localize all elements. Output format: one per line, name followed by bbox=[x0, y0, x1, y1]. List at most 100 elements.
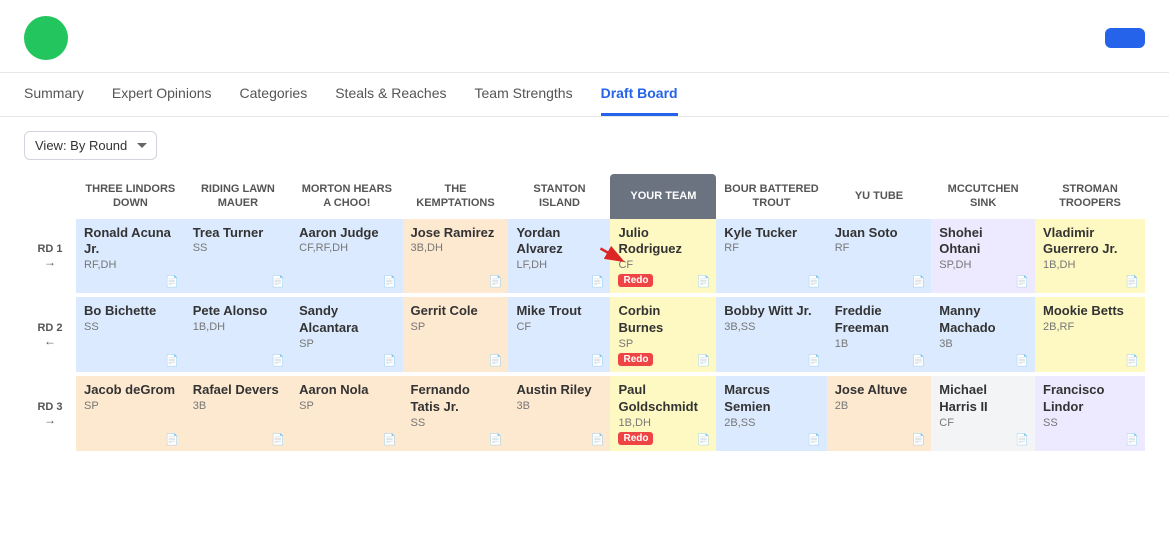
main-nav: Summary Expert Opinions Categories Steal… bbox=[0, 73, 1169, 117]
note-icon[interactable]: 📄 bbox=[807, 433, 821, 446]
note-icon[interactable]: 📄 bbox=[807, 354, 821, 367]
team-header-3: THE KEMPTATIONS bbox=[403, 174, 509, 219]
note-icon[interactable]: 📄 bbox=[912, 354, 926, 367]
note-icon[interactable]: 📄 bbox=[165, 275, 179, 288]
team-header-1: RIDING LAWN MAUER bbox=[185, 174, 291, 219]
pick-r1-t8: Manny Machado3B 📄 bbox=[931, 297, 1035, 372]
pick-r0-t7: Juan SotoRF 📄 bbox=[827, 219, 932, 294]
player-name: Rafael Devers bbox=[193, 382, 283, 399]
note-icon[interactable]: 📄 bbox=[383, 354, 397, 367]
player-name: Fernando Tatis Jr. bbox=[411, 382, 501, 416]
view-select[interactable]: View: By Round bbox=[24, 131, 157, 160]
note-icon[interactable]: 📄 bbox=[591, 275, 605, 288]
player-name: Paul Goldschmidt bbox=[618, 382, 708, 416]
draft-board: THREE LINDORS DOWN RIDING LAWN MAUER MOR… bbox=[0, 174, 1169, 475]
player-name: Jose Ramirez bbox=[411, 225, 501, 242]
player-name: Aaron Nola bbox=[299, 382, 394, 399]
player-name: Mookie Betts bbox=[1043, 303, 1137, 320]
nav-summary[interactable]: Summary bbox=[24, 73, 84, 116]
pick-r1-t7: Freddie Freeman1B📄 bbox=[827, 297, 932, 372]
player-pos: SP,DH bbox=[939, 259, 1027, 271]
team-header-7: YU TUBE bbox=[827, 174, 932, 219]
player-name: Aaron Judge bbox=[299, 225, 394, 242]
pick-r2-t5: Paul Goldschmidt1B,DHRedo📄 bbox=[610, 376, 716, 451]
player-pos: SP bbox=[618, 338, 708, 350]
note-icon[interactable]: 📄 bbox=[912, 433, 926, 446]
note-icon[interactable]: 📄 bbox=[489, 354, 503, 367]
nav-expert-opinions[interactable]: Expert Opinions bbox=[112, 73, 212, 116]
toolbar: View: By Round bbox=[0, 117, 1169, 174]
player-name: Mike Trout bbox=[516, 303, 602, 320]
note-icon[interactable]: 📄 bbox=[271, 433, 285, 446]
player-name: Bo Bichette bbox=[84, 303, 177, 320]
team-header-6: BOUR BATTERED TROUT bbox=[716, 174, 826, 219]
note-icon[interactable]: 📄 bbox=[383, 433, 397, 446]
team-header-0: THREE LINDORS DOWN bbox=[76, 174, 185, 219]
pick-r0-t9: Vladimir Guerrero Jr.1B,DH 📄 bbox=[1035, 219, 1145, 294]
player-pos: 3B bbox=[939, 338, 1027, 350]
player-pos: 3B,SS bbox=[724, 321, 818, 333]
player-name: Kyle Tucker bbox=[724, 225, 818, 242]
note-icon[interactable]: 📄 bbox=[1015, 354, 1029, 367]
player-name: Juan Soto bbox=[835, 225, 924, 242]
player-pos: SP bbox=[299, 338, 394, 350]
note-icon[interactable]: 📄 bbox=[165, 354, 179, 367]
note-icon[interactable]: 📄 bbox=[697, 433, 711, 446]
pick-r1-t2: Sandy AlcantaraSP📄 bbox=[291, 297, 402, 372]
player-pos: 3B bbox=[516, 400, 602, 412]
team-header-5: YOUR TEAM bbox=[610, 174, 716, 219]
player-pos: 2B bbox=[835, 400, 924, 412]
pick-r1-t3: Gerrit ColeSP 📄 bbox=[403, 297, 509, 372]
note-icon[interactable]: 📄 bbox=[271, 354, 285, 367]
nav-team-strengths[interactable]: Team Strengths bbox=[475, 73, 573, 116]
note-icon[interactable]: 📄 bbox=[697, 275, 711, 288]
note-icon[interactable]: 📄 bbox=[383, 275, 397, 288]
player-pos: SS bbox=[1043, 417, 1137, 429]
note-icon[interactable]: 📄 bbox=[912, 275, 926, 288]
player-name: Manny Machado bbox=[939, 303, 1027, 337]
player-name: Trea Turner bbox=[193, 225, 283, 242]
pick-r2-t9: Francisco LindorSS📄 bbox=[1035, 376, 1145, 451]
nav-draft-board[interactable]: Draft Board bbox=[601, 73, 678, 116]
pick-r2-t2: Aaron NolaSP📄 bbox=[291, 376, 402, 451]
pick-r2-t6: Marcus Semien2B,SS📄 bbox=[716, 376, 826, 451]
player-pos: RF,DH bbox=[84, 259, 177, 271]
page-header bbox=[0, 0, 1169, 73]
grade-badge bbox=[24, 16, 68, 60]
note-icon[interactable]: 📄 bbox=[1125, 433, 1139, 446]
player-pos: SP bbox=[411, 321, 501, 333]
player-name: Vladimir Guerrero Jr. bbox=[1043, 225, 1137, 259]
player-pos: 3B,DH bbox=[411, 242, 501, 254]
player-pos: 1B,DH bbox=[193, 321, 283, 333]
team-header-8: MCCUTCHEN SINK bbox=[931, 174, 1035, 219]
pick-r0-t2: Aaron JudgeCF,RF,DH 📄 bbox=[291, 219, 402, 294]
note-icon[interactable]: 📄 bbox=[1015, 433, 1029, 446]
pick-r2-t4: Austin Riley3B📄 bbox=[508, 376, 610, 451]
note-icon[interactable]: 📄 bbox=[697, 354, 711, 367]
nav-categories[interactable]: Categories bbox=[240, 73, 308, 116]
pick-r0-t0: Ronald Acuna Jr.RF,DH📄 bbox=[76, 219, 185, 294]
player-pos: RF bbox=[835, 242, 924, 254]
note-icon[interactable]: 📄 bbox=[1015, 275, 1029, 288]
note-icon[interactable]: 📄 bbox=[489, 275, 503, 288]
mock-again-button[interactable] bbox=[1105, 28, 1145, 48]
note-icon[interactable]: 📄 bbox=[489, 433, 503, 446]
team-header-2: MORTON HEARS A CHOO! bbox=[291, 174, 402, 219]
pick-r1-t9: Mookie Betts2B,RF📄 bbox=[1035, 297, 1145, 372]
note-icon[interactable]: 📄 bbox=[271, 275, 285, 288]
pick-r0-t8: Shohei OhtaniSP,DH📄 bbox=[931, 219, 1035, 294]
note-icon[interactable]: 📄 bbox=[1125, 275, 1139, 288]
note-icon[interactable]: 📄 bbox=[591, 354, 605, 367]
team-header-4: STANTON ISLAND bbox=[508, 174, 610, 219]
note-icon[interactable]: 📄 bbox=[591, 433, 605, 446]
pick-r2-t8: Michael Harris IICF📄 bbox=[931, 376, 1035, 451]
note-icon[interactable]: 📄 bbox=[807, 275, 821, 288]
player-name: Gerrit Cole bbox=[411, 303, 501, 320]
nav-steals-reaches[interactable]: Steals & Reaches bbox=[335, 73, 446, 116]
note-icon[interactable]: 📄 bbox=[1125, 354, 1139, 367]
player-pos: CF bbox=[618, 259, 708, 271]
player-pos: 1B,DH bbox=[1043, 259, 1137, 271]
player-pos: CF,RF,DH bbox=[299, 242, 394, 254]
note-icon[interactable]: 📄 bbox=[165, 433, 179, 446]
player-name: Bobby Witt Jr. bbox=[724, 303, 818, 320]
